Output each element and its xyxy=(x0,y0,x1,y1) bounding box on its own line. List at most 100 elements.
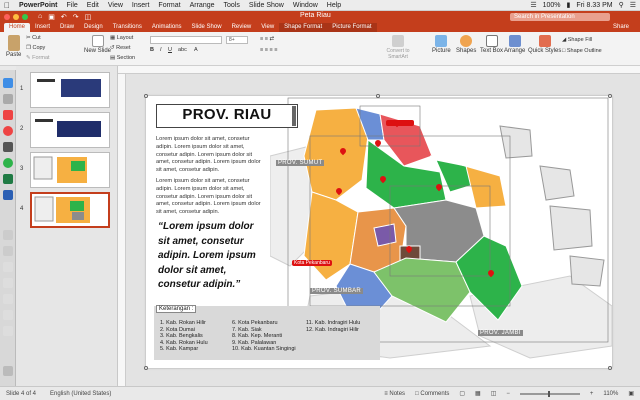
map-city-tag[interactable]: Kota Pekanbaru xyxy=(292,260,332,266)
tab-insert[interactable]: Insert xyxy=(30,23,55,32)
tab-transitions[interactable]: Transitions xyxy=(108,23,147,32)
search-presentation-input[interactable]: Search in Presentation xyxy=(510,12,610,21)
document-icon[interactable] xyxy=(3,262,13,272)
slide-thumbnail-3[interactable] xyxy=(30,152,110,188)
document-icon[interactable] xyxy=(3,310,13,320)
layout-button[interactable]: ▦ Layout xyxy=(110,35,133,41)
tab-draw[interactable]: Draw xyxy=(55,23,79,32)
zoom-out-button[interactable]: − xyxy=(506,391,510,397)
slide-sorter-icon[interactable]: ▦ xyxy=(475,390,481,397)
excel-icon[interactable] xyxy=(3,174,13,184)
arrange-button[interactable]: Arrange xyxy=(504,35,525,54)
wifi-icon[interactable]: ☰ xyxy=(530,1,536,9)
battery-icon[interactable]: ▮ xyxy=(567,1,571,9)
folder-icon[interactable] xyxy=(3,246,13,256)
launchpad-icon[interactable] xyxy=(3,94,13,104)
strikethrough-button[interactable]: abc xyxy=(178,47,187,53)
normal-view-icon[interactable]: ▢ xyxy=(459,390,465,397)
font-family-dropdown[interactable] xyxy=(150,36,222,44)
shape-outline-button[interactable]: □ Shape Outline xyxy=(562,48,602,54)
tab-slide-show[interactable]: Slide Show xyxy=(187,23,227,32)
resize-handle[interactable] xyxy=(608,94,612,98)
resize-handle[interactable] xyxy=(144,94,148,98)
zoom-slider[interactable] xyxy=(519,390,580,397)
menu-tools[interactable]: Tools xyxy=(224,2,240,9)
menu-list-icon[interactable]: ☰ xyxy=(630,1,636,9)
menu-edit[interactable]: Edit xyxy=(87,2,99,9)
format-painter-button[interactable]: ✎ Format xyxy=(26,55,50,61)
clock[interactable]: Fri 8.33 PM xyxy=(576,2,612,9)
language-indicator[interactable]: English (United States) xyxy=(50,391,111,397)
font-color-icon[interactable]: A xyxy=(194,47,198,53)
undo-icon[interactable]: ↶ xyxy=(61,13,67,21)
section-button[interactable]: ▤ Section xyxy=(110,55,135,61)
menu-help[interactable]: Help xyxy=(327,2,341,9)
resize-handle[interactable] xyxy=(376,94,380,98)
search-icon[interactable]: ⚲ xyxy=(619,1,624,9)
reading-view-icon[interactable]: ◫ xyxy=(491,390,497,397)
bold-button[interactable]: B xyxy=(150,47,154,53)
shapes-button[interactable]: Shapes xyxy=(456,35,476,54)
text-box-button[interactable]: Text Box xyxy=(480,35,503,54)
menu-window[interactable]: Window xyxy=(293,2,318,9)
copy-button[interactable]: ❐ Copy xyxy=(26,45,45,51)
tab-view[interactable]: View xyxy=(256,23,279,32)
document-icon[interactable] xyxy=(3,326,13,336)
menu-insert[interactable]: Insert xyxy=(132,2,150,9)
comments-button[interactable]: □ Comments xyxy=(415,391,449,397)
home-icon[interactable]: ⌂ xyxy=(38,13,42,21)
quick-styles-button[interactable]: Quick Styles xyxy=(528,35,561,54)
whatsapp-icon[interactable] xyxy=(3,158,13,168)
notes-button[interactable]: ≡ Notes xyxy=(384,391,405,397)
resize-handle[interactable] xyxy=(608,366,612,370)
battery-label[interactable]: 100% xyxy=(543,2,561,9)
italic-button[interactable]: I xyxy=(160,47,162,53)
browser-icon[interactable] xyxy=(3,110,13,120)
tab-design[interactable]: Design xyxy=(79,23,108,32)
zoom-level[interactable]: 110% xyxy=(603,391,618,397)
cut-button[interactable]: ✂ Cut xyxy=(26,35,41,41)
minimize-window-button[interactable] xyxy=(13,13,19,20)
zoom-slider-thumb[interactable] xyxy=(547,390,550,397)
maximize-window-button[interactable] xyxy=(22,13,28,20)
bullets-icon[interactable]: ≡ ≡ ⇄ xyxy=(260,36,274,42)
document-icon[interactable] xyxy=(3,278,13,288)
menu-format[interactable]: Format xyxy=(158,2,180,9)
app-menu[interactable]: PowerPoint xyxy=(19,2,58,9)
menu-slide-show[interactable]: Slide Show xyxy=(249,2,284,9)
picture-button[interactable]: Picture xyxy=(432,35,451,54)
convert-smartart-button[interactable]: Convert to SmartArt xyxy=(380,35,416,60)
document-icon[interactable] xyxy=(3,294,13,304)
quote-text[interactable]: “Lorem ipsum dolor sit amet, consetur ad… xyxy=(158,220,258,293)
app-icon[interactable] xyxy=(3,142,13,152)
map-city-tag[interactable] xyxy=(386,120,414,126)
fit-slide-icon[interactable]: ▣ xyxy=(628,390,634,397)
align-icon[interactable]: ≡ ≡ ≡ ≡ xyxy=(260,47,277,53)
new-slide-button[interactable]: New Slide xyxy=(84,35,111,54)
resize-handle[interactable] xyxy=(144,366,148,370)
reset-button[interactable]: ↺ Reset xyxy=(110,45,131,51)
share-button[interactable]: Share xyxy=(608,23,634,32)
slide-thumbnail-2[interactable] xyxy=(30,112,110,148)
underline-button[interactable]: U xyxy=(168,47,172,53)
finder-icon[interactable] xyxy=(3,78,13,88)
menu-file[interactable]: File xyxy=(67,2,78,9)
word-icon[interactable] xyxy=(3,190,13,200)
vertical-ruler[interactable] xyxy=(118,74,126,386)
map-region-pekanbaru[interactable] xyxy=(373,223,397,247)
tab-home[interactable]: Home xyxy=(4,23,31,32)
tab-animations[interactable]: Animations xyxy=(147,23,187,32)
zoom-in-button[interactable]: + xyxy=(590,391,594,397)
body-text-2[interactable]: Lorem ipsum dolor sit amet, consetur adi… xyxy=(156,178,262,217)
slide-thumbnail-4[interactable] xyxy=(30,192,110,228)
body-text-1[interactable]: Lorem ipsum dolor sit amet, consetur adi… xyxy=(156,136,262,175)
tab-picture-format[interactable]: Picture Format xyxy=(327,23,377,32)
redo-icon[interactable]: ↷ xyxy=(73,13,79,21)
paste-button[interactable]: Paste xyxy=(6,35,21,58)
menu-arrange[interactable]: Arrange xyxy=(190,2,215,9)
horizontal-ruler[interactable] xyxy=(118,66,640,74)
menu-view[interactable]: View xyxy=(108,2,123,9)
map-region-rokan-hilir[interactable] xyxy=(303,107,369,201)
slideshow-icon[interactable]: ◫ xyxy=(85,13,92,21)
tab-shape-format[interactable]: Shape Format xyxy=(279,23,328,32)
